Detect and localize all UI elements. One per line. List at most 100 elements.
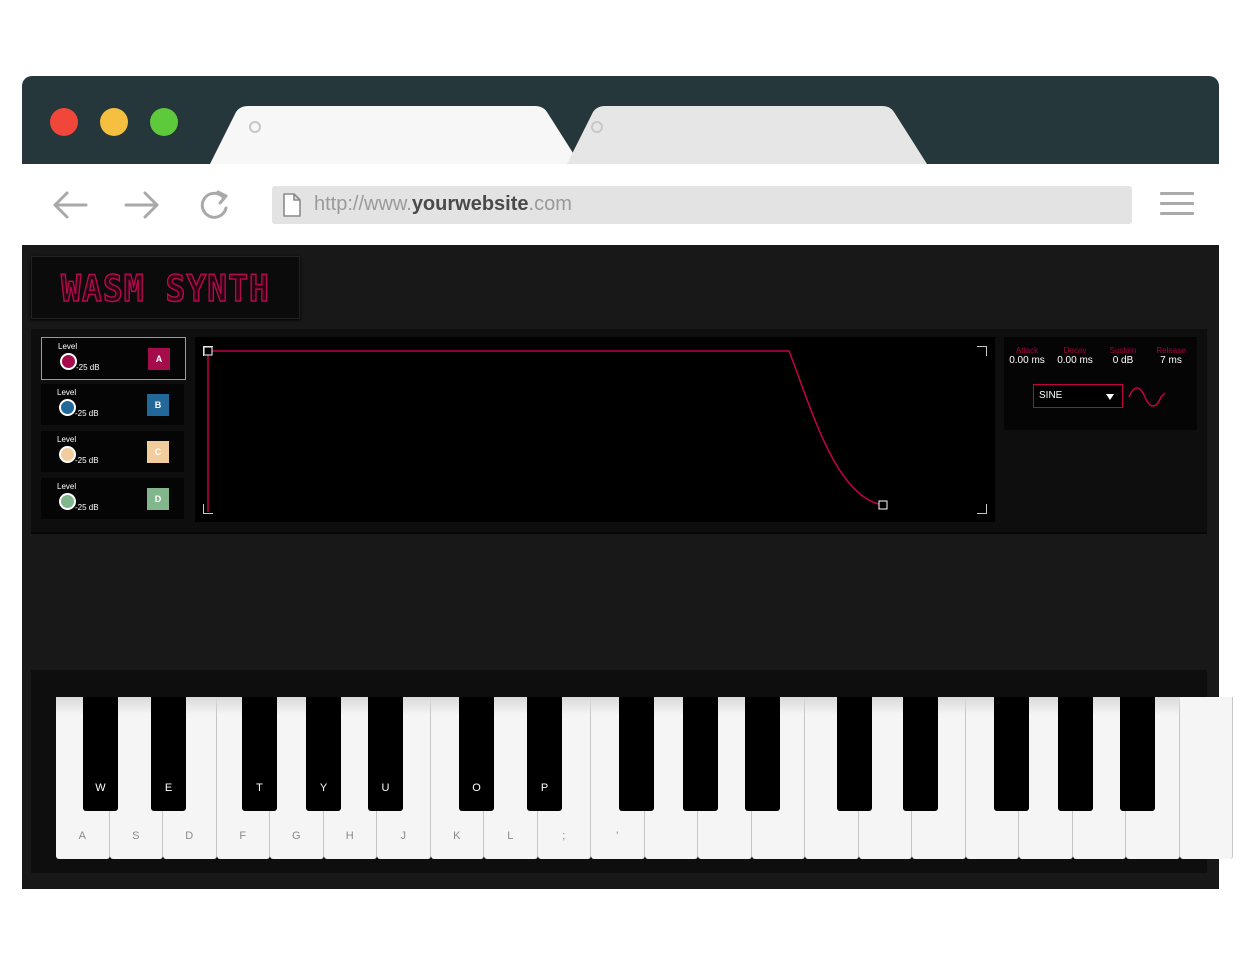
black-key[interactable] xyxy=(1058,697,1093,811)
key-label: K xyxy=(453,830,461,842)
app-logo: WASM SYNTH xyxy=(31,256,300,319)
url-text: http://www.yourwebsite.com xyxy=(314,193,572,215)
synth-panel: Level -25 dB A Level -25 dB B Level -25 … xyxy=(31,329,1207,534)
envelope-curve xyxy=(207,350,884,512)
browser-toolbar: http://www.yourwebsite.com xyxy=(22,164,1219,245)
tab-close-icon[interactable] xyxy=(249,121,261,133)
oscillator-a[interactable]: Level -25 dB A xyxy=(41,337,186,380)
black-key[interactable]: O xyxy=(459,697,494,811)
key-label: O xyxy=(472,782,481,794)
back-arrow-icon[interactable] xyxy=(50,188,90,222)
release-value: 7 ms xyxy=(1160,355,1182,366)
key-label: J xyxy=(400,830,407,842)
window-close-button[interactable] xyxy=(50,108,78,136)
hamburger-menu-icon[interactable] xyxy=(1160,190,1194,216)
key-label: D xyxy=(185,830,194,842)
page-icon xyxy=(283,193,301,217)
sustain-label: Sustain xyxy=(1109,346,1137,355)
keyboard-panel: A S D F G H J K L; ' W E T Y U O P xyxy=(31,670,1233,873)
level-knob[interactable] xyxy=(59,399,76,416)
key-label: ' xyxy=(616,830,619,842)
level-label: Level xyxy=(58,342,78,351)
reload-icon[interactable] xyxy=(196,188,236,222)
black-key[interactable]: P xyxy=(527,697,562,811)
sustain-value: 0 dB xyxy=(1112,355,1134,366)
black-key[interactable] xyxy=(745,697,780,811)
oscillator-badge[interactable]: B xyxy=(147,394,169,416)
level-label: Level xyxy=(57,482,77,491)
key-label: F xyxy=(239,830,247,842)
black-key[interactable]: E xyxy=(151,697,186,811)
level-knob[interactable] xyxy=(60,353,77,370)
address-bar[interactable]: http://www.yourwebsite.com xyxy=(272,186,1132,224)
decay-value: 0.00 ms xyxy=(1057,355,1093,366)
tab-close-icon[interactable] xyxy=(591,121,603,133)
black-key[interactable] xyxy=(994,697,1029,811)
oscillator-badge[interactable]: A xyxy=(148,348,170,370)
key-label: S xyxy=(132,830,140,842)
key-label: E xyxy=(164,782,173,794)
logo-text: WASM SYNTH xyxy=(60,266,270,310)
black-key[interactable]: T xyxy=(242,697,277,811)
adsr-controls: Attack 0.00 ms Decay 0.00 ms Sustain 0 d… xyxy=(1004,337,1197,430)
piano-keyboard: A S D F G H J K L; ' W E T Y U O P xyxy=(56,697,1233,859)
black-key[interactable]: W xyxy=(83,697,118,811)
black-key[interactable] xyxy=(837,697,872,811)
oscillator-badge[interactable]: D xyxy=(147,488,169,510)
key-label: ; xyxy=(562,830,566,842)
release-handle[interactable] xyxy=(878,500,888,510)
window-maximize-button[interactable] xyxy=(150,108,178,136)
white-key[interactable] xyxy=(1179,697,1233,859)
key-label: H xyxy=(345,830,354,842)
release-label: Release xyxy=(1156,346,1186,355)
black-key[interactable] xyxy=(1120,697,1155,811)
browser-tab-active[interactable] xyxy=(210,106,580,164)
key-label: A xyxy=(78,830,86,842)
attack-handle[interactable] xyxy=(203,346,213,356)
key-label: Y xyxy=(319,782,328,794)
oscillator-c[interactable]: Level -25 dB C xyxy=(41,431,184,472)
level-knob[interactable] xyxy=(59,446,76,463)
waveform-select[interactable]: SINE xyxy=(1033,384,1123,408)
sine-wave-icon xyxy=(1128,387,1166,407)
key-label: U xyxy=(381,782,390,794)
oscillator-d[interactable]: Level -25 dB D xyxy=(41,478,184,519)
chevron-down-icon xyxy=(1106,394,1114,400)
oscillator-b[interactable]: Level -25 dB B xyxy=(41,384,184,425)
level-label: Level xyxy=(57,435,77,444)
window-minimize-button[interactable] xyxy=(100,108,128,136)
black-key[interactable]: U xyxy=(368,697,403,811)
envelope-graph xyxy=(203,346,888,512)
browser-tab-inactive[interactable] xyxy=(567,106,927,164)
oscillator-badge[interactable]: C xyxy=(147,441,169,463)
level-knob[interactable] xyxy=(59,493,76,510)
black-key[interactable]: Y xyxy=(306,697,341,811)
decay-label: Decay xyxy=(1063,346,1087,355)
key-label: T xyxy=(256,782,263,794)
level-value: -25 dB xyxy=(75,409,99,418)
tab-shape xyxy=(567,106,927,164)
level-label: Level xyxy=(57,388,77,397)
key-label: G xyxy=(291,830,301,842)
level-value: -25 dB xyxy=(76,363,100,372)
browser-window: http://www.yourwebsite.com WASM SYNTH Le… xyxy=(22,76,1233,889)
level-value: -25 dB xyxy=(75,456,99,465)
level-value: -25 dB xyxy=(75,503,99,512)
decay-control[interactable]: Decay 0.00 ms xyxy=(1052,346,1098,367)
waveform-value: SINE xyxy=(1039,390,1063,401)
black-key[interactable] xyxy=(619,697,654,811)
attack-label: Attack xyxy=(1015,346,1039,355)
key-label: L xyxy=(507,830,514,842)
attack-value: 0.00 ms xyxy=(1009,355,1045,366)
page-viewport: WASM SYNTH Level -25 dB A Level -25 dB B… xyxy=(22,245,1233,889)
sustain-control[interactable]: Sustain 0 dB xyxy=(1100,346,1146,367)
black-key[interactable] xyxy=(683,697,718,811)
forward-arrow-icon[interactable] xyxy=(122,188,162,222)
release-control[interactable]: Release 7 ms xyxy=(1148,346,1194,367)
key-label: P xyxy=(540,782,549,794)
black-key[interactable] xyxy=(903,697,938,811)
key-label: W xyxy=(95,782,106,794)
envelope-editor[interactable] xyxy=(195,337,995,522)
tab-shape xyxy=(210,106,580,164)
attack-control[interactable]: Attack 0.00 ms xyxy=(1004,346,1050,367)
